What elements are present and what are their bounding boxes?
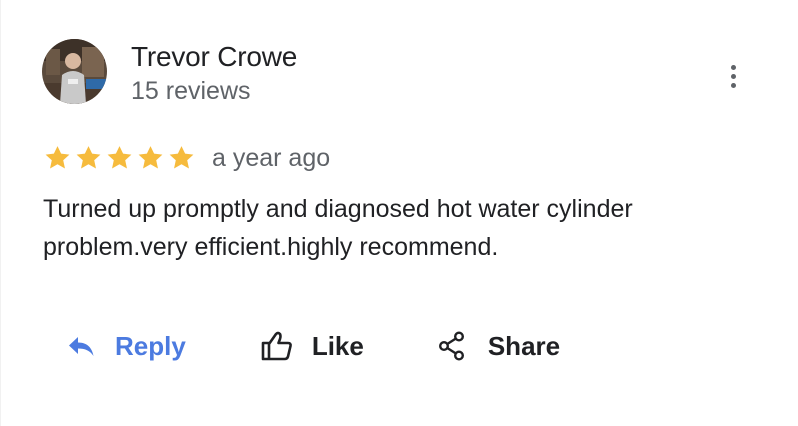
star-rating	[43, 144, 196, 172]
share-button[interactable]: Share	[438, 330, 560, 362]
star-icon	[138, 146, 163, 169]
reply-label: Reply	[115, 331, 186, 361]
profile-photo	[42, 39, 107, 104]
review-card: Trevor Crowe 15 reviews a year ago Turne…	[0, 0, 798, 426]
star-icon	[76, 146, 101, 169]
more-options-icon[interactable]	[719, 60, 747, 92]
share-icon	[438, 331, 464, 361]
review-actions: Reply Like Share	[67, 326, 560, 366]
thumb-up-icon	[261, 331, 292, 361]
reply-arrow-icon	[69, 337, 94, 356]
star-icon	[45, 146, 70, 169]
like-button[interactable]: Like	[260, 330, 364, 362]
more-dot	[730, 64, 736, 70]
review-time: a year ago	[212, 144, 331, 172]
reply-button[interactable]: Reply	[67, 330, 186, 362]
review-text: Turned up promptly and diagnosed hot wat…	[43, 195, 633, 261]
share-label: Share	[487, 331, 561, 361]
rating-row: a year ago	[43, 140, 330, 176]
author-name[interactable]: Trevor Crowe	[131, 40, 297, 74]
star-icon	[107, 146, 132, 169]
review-count[interactable]: 15 reviews	[131, 76, 251, 106]
avatar[interactable]	[42, 39, 107, 104]
more-dot	[730, 82, 736, 88]
more-dot	[730, 73, 736, 79]
star-icon	[169, 146, 194, 169]
like-label: Like	[311, 331, 364, 361]
